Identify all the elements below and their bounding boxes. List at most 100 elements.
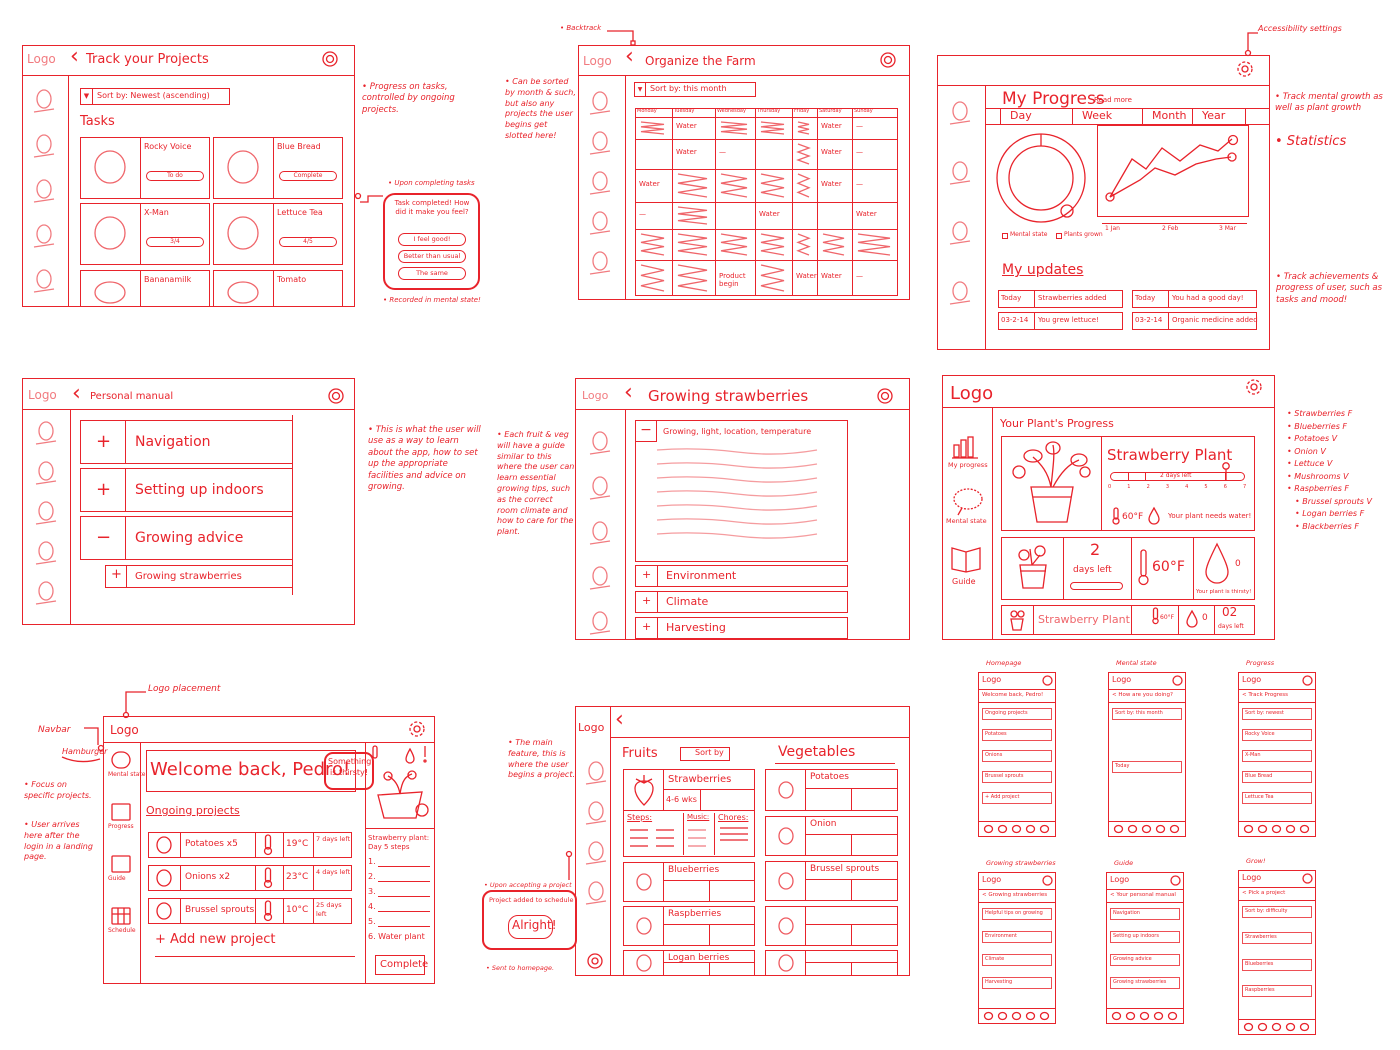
profile-icon[interactable] [877,388,893,404]
schedule-cell[interactable]: Water [821,122,850,131]
mobile-nav-icon[interactable] [1167,1011,1178,1021]
schedule-calendar-icon[interactable] [110,906,132,926]
profile-icon[interactable] [1302,873,1313,884]
schedule-cell[interactable]: — [639,210,670,219]
nav-icon[interactable] [33,178,55,204]
schedule-cell[interactable]: — [719,148,753,157]
mobile-nav-icon[interactable] [1011,824,1022,834]
schedule-cell[interactable]: Water [639,180,670,189]
mobile-nav-icon[interactable] [1039,824,1050,834]
collapse-minus-icon[interactable]: − [635,420,657,442]
mobile-nav-icon[interactable] [983,824,994,834]
read-more-link[interactable]: Read more [1094,96,1132,105]
mobile-nav-icon[interactable] [1257,1022,1268,1032]
nav-icon[interactable] [35,580,57,606]
gear-icon[interactable] [1245,378,1263,396]
mobile-nav-icon[interactable] [1299,824,1310,834]
nav-icon[interactable] [949,220,971,246]
tab-month[interactable]: Month [1152,109,1186,122]
schedule-cell[interactable]: Water [856,210,896,219]
dropdown-arrow-icon[interactable]: ▼ [634,82,646,97]
profile-icon[interactable] [1042,875,1053,886]
task-status-pill[interactable]: To do [146,171,204,181]
task-status-pill[interactable]: Complete [279,171,337,181]
profile-icon[interactable] [1172,675,1183,686]
task-status-pill[interactable]: 3/4 [146,237,204,247]
profile-icon[interactable] [1042,675,1053,686]
nav-icon[interactable] [949,160,971,186]
mobile-nav-icon[interactable] [1025,824,1036,834]
task-status-pill[interactable]: 4/5 [279,237,337,247]
nav-icon[interactable] [585,760,607,786]
schedule-cell[interactable]: — [856,122,896,131]
profile-icon[interactable] [328,388,344,404]
mobile-nav-icon[interactable] [1243,824,1254,834]
mobile-nav-icon[interactable] [1011,1011,1022,1021]
schedule-cell[interactable]: Water [796,272,817,281]
gear-icon[interactable] [408,720,426,738]
mood-option-button[interactable]: The same [398,267,466,280]
expand-plus-icon[interactable]: + [642,568,651,581]
profile-icon[interactable] [880,52,896,68]
mobile-nav-icon[interactable] [1169,824,1180,834]
nav-icon[interactable] [33,88,55,114]
schedule-cell[interactable]: Water [759,210,790,219]
legend-checkbox[interactable] [1056,233,1062,239]
nav-icon[interactable] [589,130,611,156]
expand-plus-icon[interactable]: + [96,480,111,500]
bar-chart-icon[interactable] [952,435,982,459]
mobile-nav-icon[interactable] [1113,824,1124,834]
nav-icon[interactable] [589,90,611,116]
tab-day[interactable]: Day [1010,109,1032,122]
mobile-nav-icon[interactable] [1141,824,1152,834]
nav-icon[interactable] [589,170,611,196]
sidebar-item-label[interactable]: Mental state [946,517,987,525]
progress-chart-icon[interactable] [110,802,132,822]
back-chevron-icon[interactable]: ‹ [624,382,633,404]
mobile-nav-icon[interactable] [1155,824,1166,834]
nav-icon[interactable] [589,565,611,591]
profile-icon[interactable] [1170,875,1181,886]
profile-icon[interactable] [322,51,338,67]
expand-plus-icon[interactable]: + [111,567,122,582]
nav-icon[interactable] [589,475,611,501]
nav-icon[interactable] [33,223,55,249]
nav-icon[interactable] [35,540,57,566]
complete-button-label[interactable]: Complete [380,959,428,970]
profile-icon[interactable] [1302,675,1313,686]
schedule-cell[interactable]: Product begin [719,272,753,288]
mood-option-button[interactable]: I feel good! [398,233,466,246]
mobile-nav-icon[interactable] [983,1011,994,1021]
mobile-nav-icon[interactable] [1127,824,1138,834]
schedule-cell[interactable]: Water [821,180,850,189]
nav-icon[interactable] [35,460,57,486]
back-chevron-icon[interactable]: ‹ [70,46,79,68]
mental-state-icon[interactable] [110,750,132,770]
nav-icon[interactable] [589,610,611,636]
gear-icon[interactable] [1236,60,1254,78]
schedule-cell[interactable]: Water [821,272,850,281]
mood-option-button[interactable]: Better than usual [398,250,466,263]
dropdown-arrow-icon[interactable]: ▼ [80,88,93,105]
sidebar-item-label[interactable]: My progress [948,461,988,469]
expand-plus-icon[interactable]: + [642,620,651,633]
nav-icon[interactable] [585,800,607,826]
alright-button-label[interactable]: Alright! [512,918,557,932]
nav-icon[interactable] [585,840,607,866]
sidebar-item-label[interactable]: Schedule [108,927,136,935]
nav-icon[interactable] [589,520,611,546]
book-icon[interactable] [950,545,984,573]
sidebar-item-label[interactable]: Guide [952,577,976,587]
mobile-nav-icon[interactable] [1271,824,1282,834]
schedule-cell[interactable]: — [856,272,896,281]
nav-icon[interactable] [589,430,611,456]
schedule-cell[interactable]: — [856,180,896,189]
guide-book-icon[interactable] [110,854,132,874]
nav-icon[interactable] [949,100,971,126]
nav-icon[interactable] [33,268,55,294]
mental-state-cloud-icon[interactable] [952,487,984,517]
mobile-nav-icon[interactable] [1111,1011,1122,1021]
back-chevron-icon[interactable]: ‹ [72,383,81,405]
mobile-nav-icon[interactable] [1299,1022,1310,1032]
mobile-nav-icon[interactable] [1271,1022,1282,1032]
